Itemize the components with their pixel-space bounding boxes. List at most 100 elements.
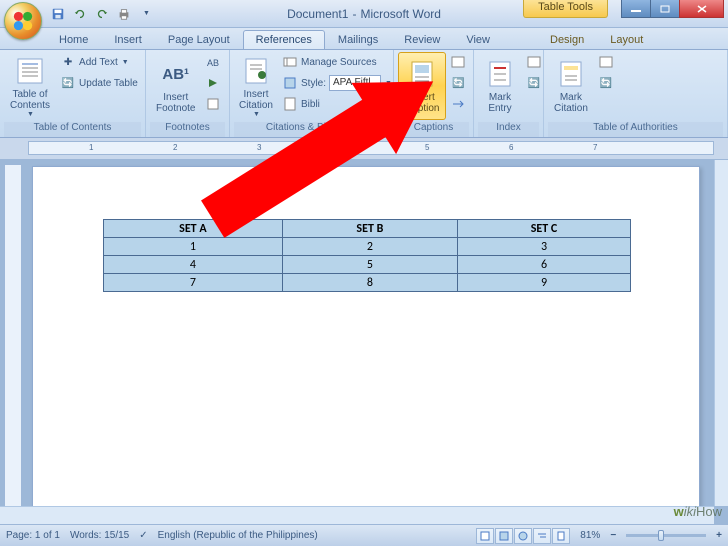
show-notes-button[interactable] — [203, 94, 223, 114]
document-name: Document1 — [287, 7, 348, 21]
document-table[interactable]: SET A SET B SET C 1 2 3 4 5 6 7 8 9 — [103, 219, 631, 292]
tab-design[interactable]: Design — [537, 30, 597, 49]
update-table-button[interactable]: 🔄Update Table — [58, 73, 140, 93]
status-proofing-icon[interactable]: ✓ — [139, 530, 147, 541]
vertical-ruler[interactable] — [4, 164, 22, 520]
maximize-icon — [660, 5, 670, 13]
horizontal-ruler[interactable]: 1234567 — [28, 141, 714, 155]
next-footnote-button[interactable] — [203, 73, 223, 93]
qat-print[interactable] — [114, 4, 134, 24]
view-outline[interactable] — [533, 528, 551, 544]
close-icon — [697, 5, 707, 13]
table-row[interactable]: 4 5 6 — [104, 256, 631, 274]
style-icon — [282, 75, 298, 91]
status-page[interactable]: Page: 1 of 1 — [6, 530, 60, 541]
table-header-cell[interactable]: SET C — [458, 220, 631, 238]
tab-references[interactable]: References — [243, 30, 325, 49]
qat-redo[interactable] — [92, 4, 112, 24]
table-cell[interactable]: 7 — [104, 274, 283, 292]
table-header-cell[interactable]: SET A — [104, 220, 283, 238]
insert-caption-button[interactable]: Insert Caption — [398, 52, 446, 120]
caption-label: Insert Caption — [405, 92, 439, 114]
print-layout-icon — [480, 531, 490, 541]
insert-citation-button[interactable]: Insert Citation ▼ — [234, 52, 278, 120]
tab-layout[interactable]: Layout — [597, 30, 656, 49]
style-dropdown[interactable]: APA Fiftl — [329, 75, 381, 91]
table-row[interactable]: 7 8 9 — [104, 274, 631, 292]
table-cell[interactable]: 9 — [458, 274, 631, 292]
mark-entry-icon — [484, 58, 516, 90]
table-cell[interactable]: 1 — [104, 238, 283, 256]
window-title: Document1 - Microsoft Word — [287, 7, 441, 21]
table-cell[interactable]: 6 — [458, 256, 631, 274]
update-index-button[interactable]: 🔄 — [524, 73, 544, 93]
status-bar: Page: 1 of 1 Words: 15/15 ✓ English (Rep… — [0, 524, 728, 546]
maximize-button[interactable] — [650, 0, 680, 18]
tab-page-layout[interactable]: Page Layout — [155, 30, 243, 49]
group-authorities: Mark Citation 🔄 Table of Authorities — [544, 50, 728, 137]
update-toa-button[interactable]: 🔄 — [596, 73, 616, 93]
insert-footnote-button[interactable]: AB¹ Insert Footnote — [150, 52, 201, 120]
table-cell[interactable]: 2 — [282, 238, 457, 256]
table-of-contents-button[interactable]: Table of Contents ▼ — [4, 52, 56, 120]
view-print-layout[interactable] — [476, 528, 494, 544]
mark-citation-button[interactable]: Mark Citation — [548, 52, 594, 120]
zoom-in-button[interactable]: + — [716, 530, 722, 541]
group-label: Table of Contents — [4, 122, 141, 137]
zoom-out-button[interactable]: − — [610, 530, 616, 541]
qat-save[interactable] — [48, 4, 68, 24]
table-row[interactable]: 1 2 3 — [104, 238, 631, 256]
endnote-button[interactable]: AB — [203, 52, 223, 72]
zoom-thumb[interactable] — [658, 530, 664, 541]
group-citations: Insert Citation ▼ Manage Sources Style:A… — [230, 50, 394, 137]
office-button[interactable] — [4, 2, 42, 40]
view-full-screen[interactable] — [495, 528, 513, 544]
minimize-icon — [631, 5, 641, 13]
insert-tof-button[interactable] — [448, 52, 468, 72]
chevron-down-icon[interactable]: ▼ — [385, 80, 392, 87]
qat-undo[interactable] — [70, 4, 90, 24]
insert-toa-button[interactable] — [596, 52, 616, 72]
undo-icon — [73, 7, 87, 21]
table-cell[interactable]: 5 — [282, 256, 457, 274]
tab-insert[interactable]: Insert — [101, 30, 155, 49]
horizontal-scrollbar[interactable] — [0, 506, 714, 524]
tab-view[interactable]: View — [453, 30, 503, 49]
table-cell[interactable]: 3 — [458, 238, 631, 256]
table-header-row[interactable]: SET A SET B SET C — [104, 220, 631, 238]
index-icon — [526, 54, 542, 70]
group-label: Footnotes — [150, 122, 225, 137]
ruler-area: 1234567 — [0, 138, 728, 160]
manage-sources-button[interactable]: Manage Sources — [280, 52, 394, 72]
status-words[interactable]: Words: 15/15 — [70, 530, 129, 541]
view-web-layout[interactable] — [514, 528, 532, 544]
insert-index-button[interactable] — [524, 52, 544, 72]
table-header-cell[interactable]: SET B — [282, 220, 457, 238]
close-button[interactable] — [679, 0, 724, 18]
table-cell[interactable]: 8 — [282, 274, 457, 292]
zoom-slider[interactable] — [626, 534, 706, 537]
ribbon-tabs: Home Insert Page Layout References Maili… — [0, 28, 728, 50]
chevron-down-icon: ▼ — [143, 10, 150, 17]
mark-citation-icon — [555, 58, 587, 90]
view-draft[interactable] — [552, 528, 570, 544]
add-text-button[interactable]: ✚Add Text▼ — [58, 52, 140, 72]
zoom-value[interactable]: 81% — [580, 530, 600, 541]
app-name: Microsoft Word — [360, 7, 440, 21]
qat-more[interactable]: ▼ — [136, 4, 156, 24]
status-language[interactable]: English (Republic of the Philippines) — [158, 530, 318, 541]
document-area: SET A SET B SET C 1 2 3 4 5 6 7 8 9 — [0, 160, 728, 524]
bibliography-button[interactable]: Bibli — [280, 94, 394, 114]
update-icon: 🔄 — [60, 75, 76, 91]
update-tof-button[interactable]: 🔄 — [448, 73, 468, 93]
cross-ref-button[interactable] — [448, 94, 468, 114]
tab-mailings[interactable]: Mailings — [325, 30, 391, 49]
watermark: wikiHow — [674, 504, 722, 520]
tab-review[interactable]: Review — [391, 30, 453, 49]
table-cell[interactable]: 4 — [104, 256, 283, 274]
tab-home[interactable]: Home — [46, 30, 101, 49]
vertical-scrollbar[interactable] — [714, 160, 728, 506]
document-page[interactable]: SET A SET B SET C 1 2 3 4 5 6 7 8 9 — [32, 166, 700, 524]
mark-entry-button[interactable]: Mark Entry — [478, 52, 522, 120]
minimize-button[interactable] — [621, 0, 651, 18]
